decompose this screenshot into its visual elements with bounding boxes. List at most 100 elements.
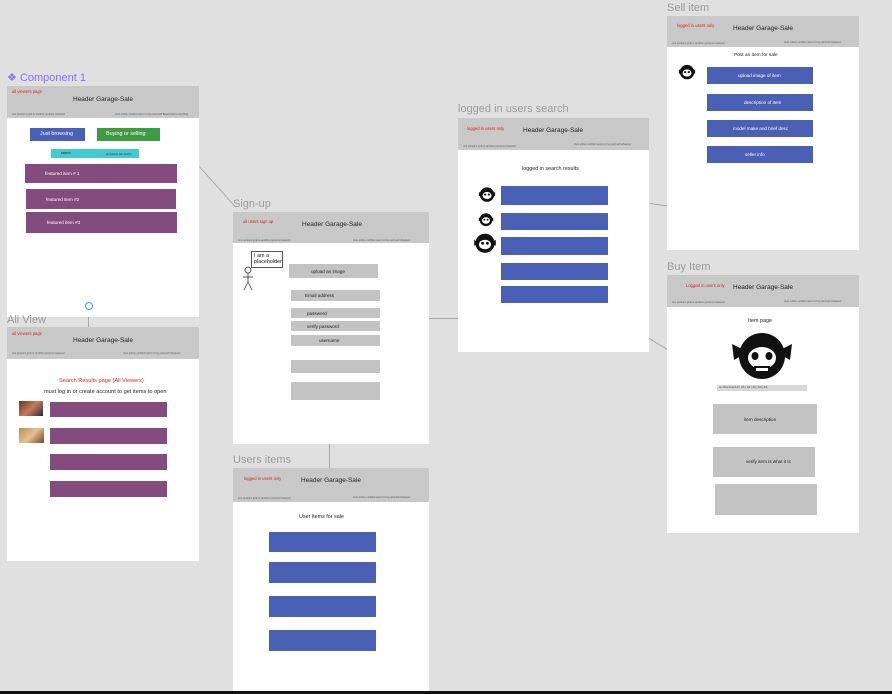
logged-search-title: logged in search results <box>522 166 579 172</box>
featured-item-label: featured item #2 <box>46 197 80 202</box>
field-label: description of item <box>744 100 782 105</box>
email-field[interactable]: Email address <box>291 290 380 301</box>
search-result-row[interactable] <box>501 186 608 205</box>
buy-empty-box[interactable] <box>715 484 817 515</box>
component-icon: ❖ <box>7 72 17 84</box>
buying-selling-button[interactable]: Buying or selling <box>97 128 160 141</box>
component-label[interactable]: ❖ Component 1 <box>7 71 86 84</box>
field-label: upload image of item <box>738 73 781 78</box>
user-item-row[interactable] <box>269 562 376 583</box>
home-frame[interactable]: all viewers page Header Garage-Sale one … <box>7 86 199 317</box>
search-input[interactable]: search all viewers can search <box>51 149 139 158</box>
signup-empty-field[interactable] <box>291 382 380 400</box>
sell-item-frame[interactable]: logged in users only Header Garage-Sale … <box>667 16 859 250</box>
header-red-note: logged in users only <box>467 126 505 131</box>
field-label: upload an image <box>311 269 345 274</box>
baby-yoda-avatar-icon[interactable] <box>478 186 496 205</box>
search-results-title: Search Results page (All Viewers) <box>59 378 144 384</box>
baby-yoda-item-image-icon[interactable] <box>730 330 794 382</box>
connection-handle[interactable] <box>85 302 93 310</box>
frame-label-logged-search[interactable]: logged in users search <box>458 103 569 115</box>
header-tagline: one persons junk is another persons trea… <box>238 497 291 500</box>
search-result-row[interactable] <box>501 237 608 255</box>
seller-info-field[interactable]: seller info <box>707 146 813 163</box>
username-field[interactable]: username <box>291 335 380 346</box>
featured-item-2[interactable]: featured item #2 <box>26 189 176 209</box>
signup-header: all users sign up Header Garage-Sale one… <box>233 212 429 243</box>
baby-yoda-avatar-icon[interactable] <box>678 64 696 82</box>
header-title: Header Garage-Sale <box>302 221 362 228</box>
baby-yoda-avatar-icon[interactable] <box>478 212 494 229</box>
search-result-row[interactable] <box>50 454 167 470</box>
login-note: must log in or create account to get ite… <box>44 389 167 395</box>
password-field[interactable]: password <box>291 308 380 318</box>
thumbnail-strip-text: set thumbnail 1/6 | 2/6 | 3/6 | 4/6 | 5/… <box>719 386 768 389</box>
users-items-header: logged in users only Header Garage-Sale … <box>233 468 429 502</box>
verify-item-box[interactable]: verify item is what it is <box>713 447 815 477</box>
header-tagline: one persons junk is another persons trea… <box>672 42 725 45</box>
verify-password-field[interactable]: verify password <box>291 321 380 331</box>
search-result-row[interactable] <box>50 428 167 444</box>
frame-label-users-items[interactable]: Users items <box>233 454 291 466</box>
user-item-row[interactable] <box>269 630 376 651</box>
placeholder-note-text: I am a placeholder <box>254 253 282 265</box>
just-browsing-button[interactable]: Just browsing <box>30 128 85 141</box>
design-canvas[interactable]: { "canvas": {"background": "#e0e0e0"}, "… <box>0 0 892 694</box>
buy-item-frame[interactable]: Logged in users only Header Garage-Sale … <box>667 275 859 533</box>
featured-item-1[interactable]: featured item # 1 <box>25 164 177 183</box>
featured-item-label: featured item # 1 <box>45 171 80 176</box>
header-tagline-right: trust online verified users to buy and s… <box>353 239 411 242</box>
header-red-note: logged in users only <box>244 476 282 481</box>
search-result-row[interactable] <box>501 286 608 303</box>
user-items-title: User items for sale <box>299 514 344 520</box>
search-result-row[interactable] <box>501 263 608 280</box>
buy-item-header: Logged in users only Header Garage-Sale … <box>667 275 859 307</box>
buying-selling-label: Buying or selling <box>106 131 146 137</box>
search-result-row[interactable] <box>50 402 167 417</box>
field-label: Email address <box>305 293 335 298</box>
logged-search-frame[interactable]: logged in users only Header Garage-Sale … <box>458 118 649 352</box>
frame-label-signup[interactable]: Sign-up <box>233 198 271 210</box>
header-title: Header Garage-Sale <box>733 284 793 291</box>
result-thumbnail[interactable] <box>19 428 44 443</box>
upload-image-button[interactable]: upload image of item <box>707 67 813 84</box>
header-red-note: all users sign up <box>243 219 274 224</box>
all-view-frame[interactable]: all viewers page Header Garage-Sale one … <box>7 327 199 561</box>
header-tagline: one persons junk is another persons trea… <box>672 301 725 304</box>
header-title: Header Garage-Sale <box>73 337 133 344</box>
header-red-note: all viewers page <box>12 331 43 336</box>
search-result-row[interactable] <box>501 213 608 230</box>
user-item-row[interactable] <box>269 532 376 552</box>
home-header: all viewers page Header Garage-Sale one … <box>7 86 199 118</box>
signup-frame[interactable]: all users sign up Header Garage-Sale one… <box>233 212 429 444</box>
signup-empty-field[interactable] <box>291 360 380 373</box>
thumbnail-strip[interactable]: set thumbnail 1/6 | 2/6 | 3/6 | 4/6 | 5/… <box>717 385 807 391</box>
description-field[interactable]: description of item <box>707 94 813 111</box>
frame-label-buy-item[interactable]: Buy Item <box>667 261 710 273</box>
header-tagline: one persons junk is another persons trea… <box>238 239 291 242</box>
just-browsing-label: Just browsing <box>40 131 73 137</box>
item-description-box[interactable]: item description <box>713 404 817 434</box>
result-thumbnail[interactable] <box>19 401 43 416</box>
all-view-header: all viewers page Header Garage-Sale one … <box>7 327 199 359</box>
header-tagline: one persons junk is another persons trea… <box>463 145 516 148</box>
frame-label-all-view[interactable]: All View <box>7 314 46 326</box>
user-item-row[interactable] <box>269 596 376 617</box>
search-result-row[interactable] <box>50 481 167 497</box>
field-label: verify password <box>307 324 339 329</box>
logged-search-header: logged in users only Header Garage-Sale … <box>458 118 649 150</box>
frame-label-sell-item[interactable]: Sell item <box>667 2 709 14</box>
baby-yoda-avatar-icon[interactable] <box>473 232 497 257</box>
model-make-field[interactable]: model make and brief desc <box>707 120 813 137</box>
header-tagline: one persons junk is another persons trea… <box>12 352 65 355</box>
field-label: seller info <box>745 152 765 157</box>
header-red-note: logged in users only <box>677 23 715 28</box>
upload-image-field[interactable]: upload an image <box>289 264 378 278</box>
header-tagline-right: trust online verified users to buy and s… <box>115 113 189 116</box>
header-title: Header Garage-Sale <box>301 477 361 484</box>
field-label: username <box>319 338 340 343</box>
header-tagline-right: trust online verified users to buy and s… <box>784 300 842 303</box>
users-items-frame[interactable]: logged in users only Header Garage-Sale … <box>233 468 429 694</box>
featured-item-3[interactable]: featured item #3 <box>26 212 177 233</box>
field-label: model make and brief desc <box>733 126 789 131</box>
